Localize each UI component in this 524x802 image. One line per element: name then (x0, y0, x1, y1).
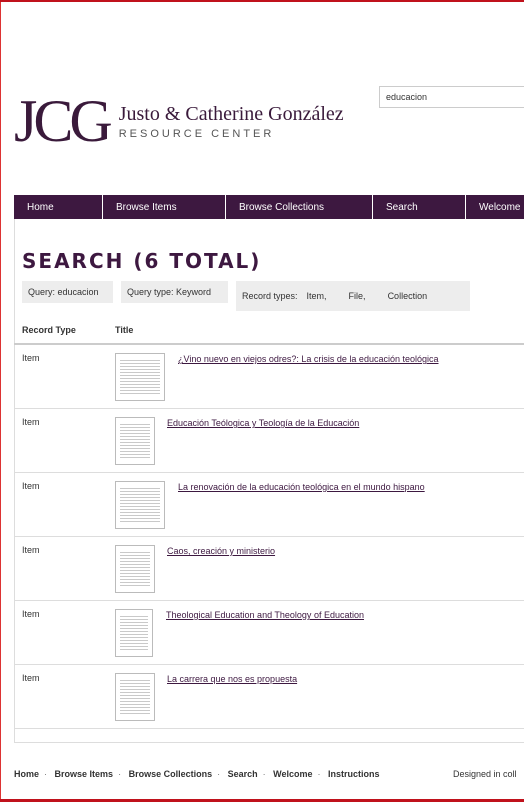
record-type: Item (22, 673, 40, 683)
table-row: Item ¿Vino nuevo en viejos odres?: La cr… (14, 345, 524, 409)
item-thumbnail[interactable] (115, 481, 165, 529)
item-title-link[interactable]: Caos, creación y ministerio (167, 546, 275, 556)
record-types-chip: Record types: Item, File, Collection (236, 281, 470, 311)
record-type-item: Item, (306, 291, 327, 301)
logo-name: Justo & Catherine González (118, 102, 344, 125)
table-row: Item La renovación de la educación teoló… (14, 473, 524, 537)
item-thumbnail[interactable] (115, 545, 155, 593)
item-title-link[interactable]: La renovación de la educación teológica … (178, 482, 425, 492)
record-type-file: File, (348, 291, 366, 301)
designed-credit: Designed in coll (453, 769, 517, 779)
logo-text: Justo & Catherine González RESOURCE CENT… (119, 103, 344, 140)
table-row: Item Educación Teólogica y Teología de l… (14, 409, 524, 473)
footer-link-search[interactable]: Search (228, 769, 258, 779)
item-title-link[interactable]: Theological Education and Theology of Ed… (166, 610, 364, 620)
separator: · (118, 769, 122, 779)
separator: · (217, 769, 221, 779)
table-row: Item Caos, creación y ministerio (14, 537, 524, 601)
site-logo[interactable]: JCG Justo & Catherine González RESOURCE … (14, 90, 344, 152)
nav-home[interactable]: Home (14, 195, 103, 219)
record-type: Item (22, 353, 40, 363)
table-row: Item La carrera que nos es propuesta (14, 665, 524, 729)
search-input[interactable] (379, 86, 524, 108)
item-title-link[interactable]: Educación Teólogica y Teología de la Edu… (167, 418, 359, 428)
record-type-collection: Collection (387, 291, 428, 301)
logo-mark: JCG (14, 88, 113, 154)
separator: · (262, 769, 266, 779)
item-thumbnail[interactable] (115, 417, 155, 465)
record-type: Item (22, 545, 40, 555)
record-type: Item (22, 417, 40, 427)
item-thumbnail[interactable] (115, 353, 165, 401)
item-thumbnail[interactable] (115, 673, 155, 721)
logo-subtitle: RESOURCE CENTER (118, 127, 275, 140)
item-title-link[interactable]: ¿Vino nuevo en viejos odres?: La crisis … (178, 354, 439, 364)
footer-link-instructions[interactable]: Instructions (328, 769, 380, 779)
record-types-label: Record types: (242, 291, 298, 301)
nav-browse-items[interactable]: Browse Items (103, 195, 226, 219)
nav-welcome[interactable]: Welcome (466, 195, 524, 219)
nav-browse-collections[interactable]: Browse Collections (226, 195, 373, 219)
column-header-record-type[interactable]: Record Type (22, 325, 76, 335)
column-header-title[interactable]: Title (115, 325, 133, 335)
footer-link-browse-collections[interactable]: Browse Collections (129, 769, 213, 779)
record-type: Item (22, 609, 40, 619)
item-thumbnail[interactable] (115, 609, 153, 657)
query-type-chip: Query type: Keyword (121, 281, 228, 303)
separator: · (317, 769, 321, 779)
main-nav: Home Browse Items Browse Collections Sea… (14, 195, 524, 219)
footer-link-browse-items[interactable]: Browse Items (55, 769, 114, 779)
record-type: Item (22, 481, 40, 491)
footer-link-home[interactable]: Home (14, 769, 39, 779)
item-title-link[interactable]: La carrera que nos es propuesta (167, 674, 297, 684)
footer-nav: Home · Browse Items · Browse Collections · … (14, 769, 380, 779)
table-row: Item Theological Education and Theology … (14, 601, 524, 665)
footer-link-welcome[interactable]: Welcome (273, 769, 312, 779)
query-filter-chip: Query: educacion (22, 281, 113, 303)
separator: · (44, 769, 48, 779)
page-title: SEARCH (6 TOTAL) (22, 249, 262, 273)
nav-search[interactable]: Search (373, 195, 466, 219)
